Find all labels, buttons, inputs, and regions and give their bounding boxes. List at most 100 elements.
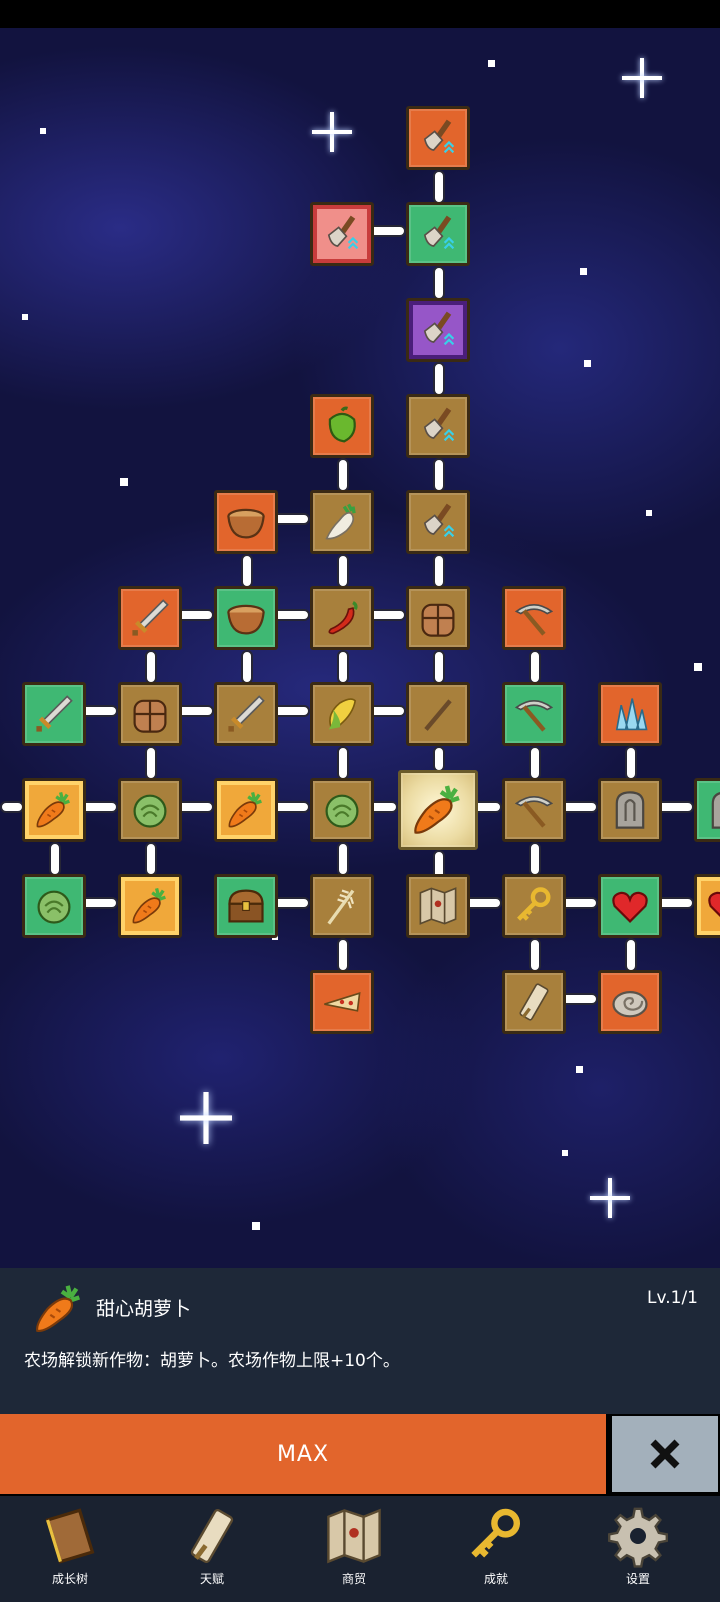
star — [22, 314, 28, 320]
tree-link — [529, 650, 541, 684]
skill-node-shovel[interactable] — [310, 202, 374, 266]
skill-node-radish[interactable] — [310, 490, 374, 554]
tree-link — [433, 650, 445, 684]
skill-node-bowl[interactable] — [214, 586, 278, 650]
star — [120, 478, 128, 486]
star — [646, 510, 652, 516]
nav-label: 设置 — [625, 1572, 650, 1586]
carrot-icon — [128, 884, 172, 928]
skill-node-carrot[interactable] — [214, 778, 278, 842]
nav-label: 成长树 — [51, 1572, 88, 1586]
max-button[interactable]: MAX — [0, 1414, 606, 1494]
map-icon — [416, 884, 460, 928]
skill-node-backpack[interactable] — [406, 586, 470, 650]
tree-link — [49, 842, 61, 876]
pickaxe-icon — [512, 788, 556, 832]
nav-trade[interactable]: 商贸 — [304, 1504, 404, 1596]
carrot-icon — [224, 788, 268, 832]
skill-node-pickaxe[interactable] — [502, 682, 566, 746]
skill-node-wheat[interactable] — [310, 874, 374, 938]
stick-icon — [416, 692, 460, 736]
skill-node-pickaxe[interactable] — [502, 778, 566, 842]
skill-node-stick[interactable] — [406, 682, 470, 746]
skill-node-shovel[interactable] — [406, 202, 470, 266]
skill-node-bowl[interactable] — [214, 490, 278, 554]
tree-link — [337, 554, 349, 588]
sparkle-star — [312, 112, 352, 152]
skill-node-cabbage[interactable] — [310, 778, 374, 842]
skill-title: 甜心胡萝卜 — [96, 1298, 192, 1320]
nav-growth-tree[interactable]: 成长树 — [20, 1504, 120, 1596]
skill-tree-view[interactable] — [0, 28, 720, 1268]
cabbage-icon — [320, 788, 364, 832]
nav-label: 成就 — [483, 1572, 508, 1586]
bowl-icon — [224, 596, 268, 640]
skill-node-cabbage[interactable] — [22, 874, 86, 938]
skill-node-key[interactable] — [502, 874, 566, 938]
skill-node-sword[interactable] — [118, 586, 182, 650]
star — [694, 663, 702, 671]
nav-settings[interactable]: 设置 — [588, 1504, 688, 1596]
skill-node-fossil[interactable] — [598, 970, 662, 1034]
skill-node-shovel[interactable] — [406, 298, 470, 362]
tree-link — [433, 458, 445, 492]
cabbage-icon — [32, 884, 76, 928]
heart-icon — [608, 884, 652, 928]
skill-node-backpack[interactable] — [118, 682, 182, 746]
tree-link — [145, 746, 157, 780]
skill-node-shovel[interactable] — [406, 490, 470, 554]
crystal-icon — [608, 692, 652, 736]
skill-node-sword[interactable] — [214, 682, 278, 746]
skill-node-carrot[interactable] — [118, 874, 182, 938]
skill-node-corn[interactable] — [310, 682, 374, 746]
tree-link — [145, 842, 157, 876]
sparkle-star — [180, 1092, 232, 1144]
skill-node-carrot-selected[interactable] — [398, 770, 478, 850]
tree-link — [145, 650, 157, 684]
skill-node-shovel[interactable] — [406, 106, 470, 170]
skill-node-map[interactable] — [406, 874, 470, 938]
skill-level: Lv.1/1 — [647, 1288, 698, 1308]
star — [580, 268, 587, 275]
status-bar — [0, 0, 720, 28]
skill-node-scroll[interactable] — [502, 970, 566, 1034]
shovel-icon — [416, 116, 460, 160]
skill-node-chest[interactable] — [214, 874, 278, 938]
tree-link — [433, 170, 445, 204]
backpack-icon — [128, 692, 172, 736]
skill-node-carrot[interactable] — [22, 778, 86, 842]
skill-node-chili[interactable] — [310, 586, 374, 650]
skill-node-crystal[interactable] — [598, 682, 662, 746]
skill-node-sword[interactable] — [22, 682, 86, 746]
skill-node-cabbage[interactable] — [118, 778, 182, 842]
tree-link — [337, 458, 349, 492]
skill-node-heart[interactable] — [694, 874, 720, 938]
nav-talent[interactable]: 天赋 — [162, 1504, 262, 1596]
nav-achievement[interactable]: 成就 — [446, 1504, 546, 1596]
shovel-icon — [416, 404, 460, 448]
key-icon — [464, 1504, 528, 1568]
carrot-icon — [408, 780, 468, 840]
shovel-icon — [416, 212, 460, 256]
tombstone-icon — [608, 788, 652, 832]
skill-node-pickaxe[interactable] — [502, 586, 566, 650]
tree-link — [433, 554, 445, 588]
nav-label: 商贸 — [341, 1572, 366, 1586]
tree-link — [337, 842, 349, 876]
skill-node-tombstone[interactable] — [598, 778, 662, 842]
map-icon — [322, 1504, 386, 1568]
skill-detail-panel — [0, 1268, 720, 1414]
fossil-icon — [608, 980, 652, 1024]
sparkle-star — [590, 1178, 630, 1218]
skill-node-heart[interactable] — [598, 874, 662, 938]
star — [576, 1066, 583, 1073]
tree-link — [529, 746, 541, 780]
sparkle-star — [622, 58, 662, 98]
skill-node-shovel[interactable] — [406, 394, 470, 458]
tree-link — [433, 746, 445, 772]
skill-node-pizza[interactable] — [310, 970, 374, 1034]
close-button[interactable] — [612, 1416, 718, 1492]
skill-node-tombstone[interactable] — [694, 778, 720, 842]
star — [488, 60, 495, 67]
skill-node-pepper[interactable] — [310, 394, 374, 458]
